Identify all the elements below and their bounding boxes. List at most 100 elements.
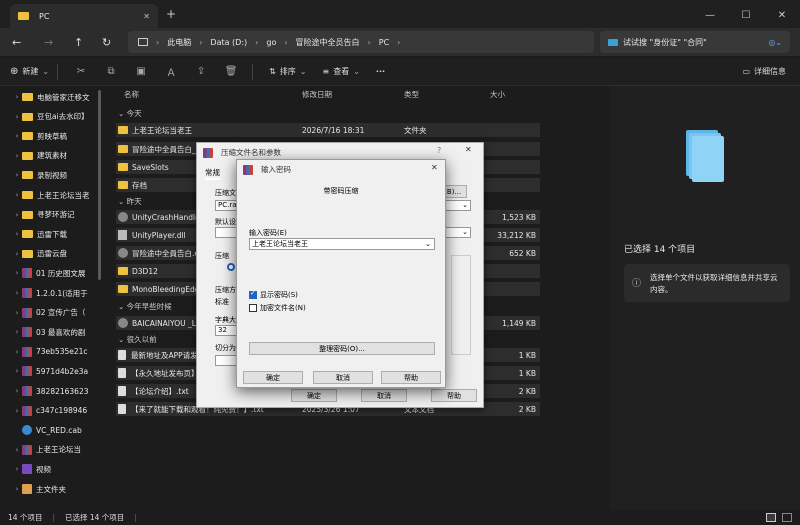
tiles-view-icon[interactable]: [782, 512, 792, 522]
close-icon[interactable]: ✕: [465, 145, 472, 154]
archive-cancel-button[interactable]: 取消: [361, 389, 407, 402]
chevron-right-icon[interactable]: ›: [12, 171, 22, 179]
sidebar-item[interactable]: › 剪映草稿: [0, 127, 100, 145]
back-arrow-icon[interactable]: ←: [12, 36, 21, 49]
chevron-right-icon[interactable]: ›: [12, 328, 22, 336]
compression-method-value[interactable]: 标准: [215, 297, 229, 307]
sidebar-scrollbar[interactable]: [98, 90, 101, 280]
chevron-right-icon[interactable]: ›: [12, 407, 22, 415]
password-input[interactable]: 上老王论坛当老王 ⌄: [249, 238, 435, 250]
format-rar-radio[interactable]: [227, 263, 235, 271]
forward-arrow-icon[interactable]: →: [44, 36, 53, 49]
file-row[interactable]: 上老王论坛当老王 2026/7/16 18:31 文件夹: [116, 123, 540, 137]
details-view-icon[interactable]: [766, 512, 776, 522]
encrypt-names-checkbox[interactable]: 加密文件名(N): [249, 303, 306, 313]
sidebar-item[interactable]: › 02 宣传广告（: [0, 304, 100, 322]
tab-general[interactable]: 常规: [205, 167, 220, 180]
archive-ok-button[interactable]: 确定: [291, 389, 337, 402]
organize-passwords-button[interactable]: 整理密码(O)...: [249, 342, 435, 355]
chevron-right-icon[interactable]: ›: [12, 387, 22, 395]
tab-pc[interactable]: PC ✕: [10, 4, 158, 28]
copy-icon[interactable]: ⧉: [104, 65, 118, 79]
sidebar-item[interactable]: › 上老王论坛当: [0, 441, 100, 459]
tab-close-icon[interactable]: ✕: [143, 12, 150, 21]
group-header-yesterday[interactable]: ⌄ 昨天: [118, 196, 142, 207]
view-button[interactable]: ≡ 查看 ⌄: [323, 66, 360, 77]
new-tab-button[interactable]: +: [166, 7, 176, 21]
breadcrumb-go[interactable]: go: [266, 38, 276, 47]
chevron-down-icon[interactable]: ⌄: [425, 239, 431, 249]
group-header-earlier-year[interactable]: ⌄ 今年早些时候: [118, 301, 172, 312]
chevron-right-icon[interactable]: ›: [12, 465, 22, 473]
refresh-icon[interactable]: ↻: [102, 36, 111, 49]
chevron-right-icon[interactable]: ›: [12, 309, 22, 317]
sidebar-item[interactable]: › 视频: [0, 460, 100, 478]
search-box[interactable]: 试试搜 "身份证" "合同" ◎⌄: [600, 31, 790, 53]
chevron-right-icon[interactable]: ›: [12, 152, 22, 160]
maximize-button[interactable]: ☐: [728, 0, 764, 30]
chevron-right-icon[interactable]: ›: [12, 132, 22, 140]
search-option-icon[interactable]: ◎⌄: [768, 38, 782, 47]
sidebar-item[interactable]: VC_RED.cab: [0, 421, 100, 439]
group-header-long-ago[interactable]: ⌄ 很久以前: [118, 334, 157, 345]
sidebar-item[interactable]: › 录制视频: [0, 166, 100, 184]
chevron-right-icon[interactable]: ›: [12, 485, 22, 493]
chevron-right-icon[interactable]: ›: [12, 289, 22, 297]
column-header-name[interactable]: 名称: [124, 86, 139, 102]
sidebar-item[interactable]: › 1.2.0.1(适用于: [0, 284, 100, 302]
sidebar-item[interactable]: › 电脑管家迁移文: [0, 88, 100, 106]
column-header-size[interactable]: 大小: [490, 86, 505, 102]
cut-icon[interactable]: ✂: [74, 65, 88, 79]
chevron-right-icon[interactable]: ›: [12, 367, 22, 375]
sidebar-item[interactable]: › 上老王论坛当老: [0, 186, 100, 204]
up-arrow-icon[interactable]: ↑: [74, 36, 83, 49]
breadcrumb-data-d[interactable]: Data (D:): [210, 38, 247, 47]
search-input[interactable]: 试试搜 "身份证" "合同": [623, 37, 707, 48]
password-help-button[interactable]: 帮助: [381, 371, 441, 384]
sidebar-item[interactable]: › 迅雷云盘: [0, 245, 100, 263]
column-header-type[interactable]: 类型: [404, 86, 419, 102]
sidebar-item[interactable]: › 73eb535e21c: [0, 343, 100, 361]
archive-help-button[interactable]: 帮助: [431, 389, 477, 402]
sidebar-item[interactable]: › 建筑素材: [0, 147, 100, 165]
chevron-right-icon[interactable]: ›: [12, 230, 22, 238]
sidebar-item[interactable]: › 01 历史图文展: [0, 264, 100, 282]
details-button[interactable]: ▭ 详细信息: [742, 66, 786, 77]
share-icon[interactable]: ⇪: [194, 65, 208, 79]
sidebar-item[interactable]: › 主文件夹: [0, 480, 100, 498]
paste-icon[interactable]: ▣: [134, 65, 148, 79]
sidebar-item[interactable]: › 38282163623: [0, 382, 100, 400]
breadcrumb-this-pc[interactable]: 此电脑: [167, 37, 191, 48]
column-header-date[interactable]: 修改日期: [302, 86, 332, 102]
rename-icon[interactable]: Ａ: [164, 65, 178, 79]
breadcrumb-pc[interactable]: PC: [379, 38, 389, 47]
delete-icon[interactable]: 🗑: [224, 65, 238, 79]
close-window-button[interactable]: ✕: [764, 0, 800, 30]
chevron-right-icon[interactable]: ›: [12, 269, 22, 277]
sidebar-item[interactable]: › 寻梦环游记: [0, 206, 100, 224]
new-button[interactable]: ⊕ 新建 ⌄: [10, 66, 49, 77]
group-header-today[interactable]: ⌄ 今天: [118, 108, 142, 119]
sidebar-item[interactable]: › 03 最喜欢的剧: [0, 323, 100, 341]
address-bar[interactable]: › 此电脑 › Data (D:) › go › 冒险途中全员告白 › PC ›: [128, 31, 594, 53]
chevron-right-icon[interactable]: ›: [12, 191, 22, 199]
help-question-button[interactable]: ?: [437, 146, 441, 155]
show-password-checkbox[interactable]: 显示密码(S): [249, 289, 298, 300]
close-icon[interactable]: ✕: [431, 163, 438, 172]
sidebar-item[interactable]: › 迅雷下载: [0, 225, 100, 243]
chevron-right-icon[interactable]: ›: [12, 113, 22, 121]
chevron-right-icon[interactable]: ›: [12, 446, 22, 454]
password-ok-button[interactable]: 确定: [243, 371, 303, 384]
chevron-right-icon[interactable]: ›: [12, 250, 22, 258]
chevron-right-icon[interactable]: ›: [12, 93, 22, 101]
breadcrumb-game-folder[interactable]: 冒险途中全员告白: [296, 37, 360, 48]
minimize-button[interactable]: —: [692, 0, 728, 30]
chevron-right-icon[interactable]: ›: [12, 211, 22, 219]
sidebar-item[interactable]: › c347c198946: [0, 402, 100, 420]
more-button[interactable]: ···: [376, 67, 385, 76]
sort-button[interactable]: ⇅ 排序 ⌄: [269, 66, 306, 77]
password-cancel-button[interactable]: 取消: [313, 371, 373, 384]
sidebar-item[interactable]: › 豆包ai去水印】: [0, 108, 100, 126]
sidebar-item[interactable]: › 5971d4b2e3a: [0, 362, 100, 380]
chevron-right-icon[interactable]: ›: [12, 348, 22, 356]
